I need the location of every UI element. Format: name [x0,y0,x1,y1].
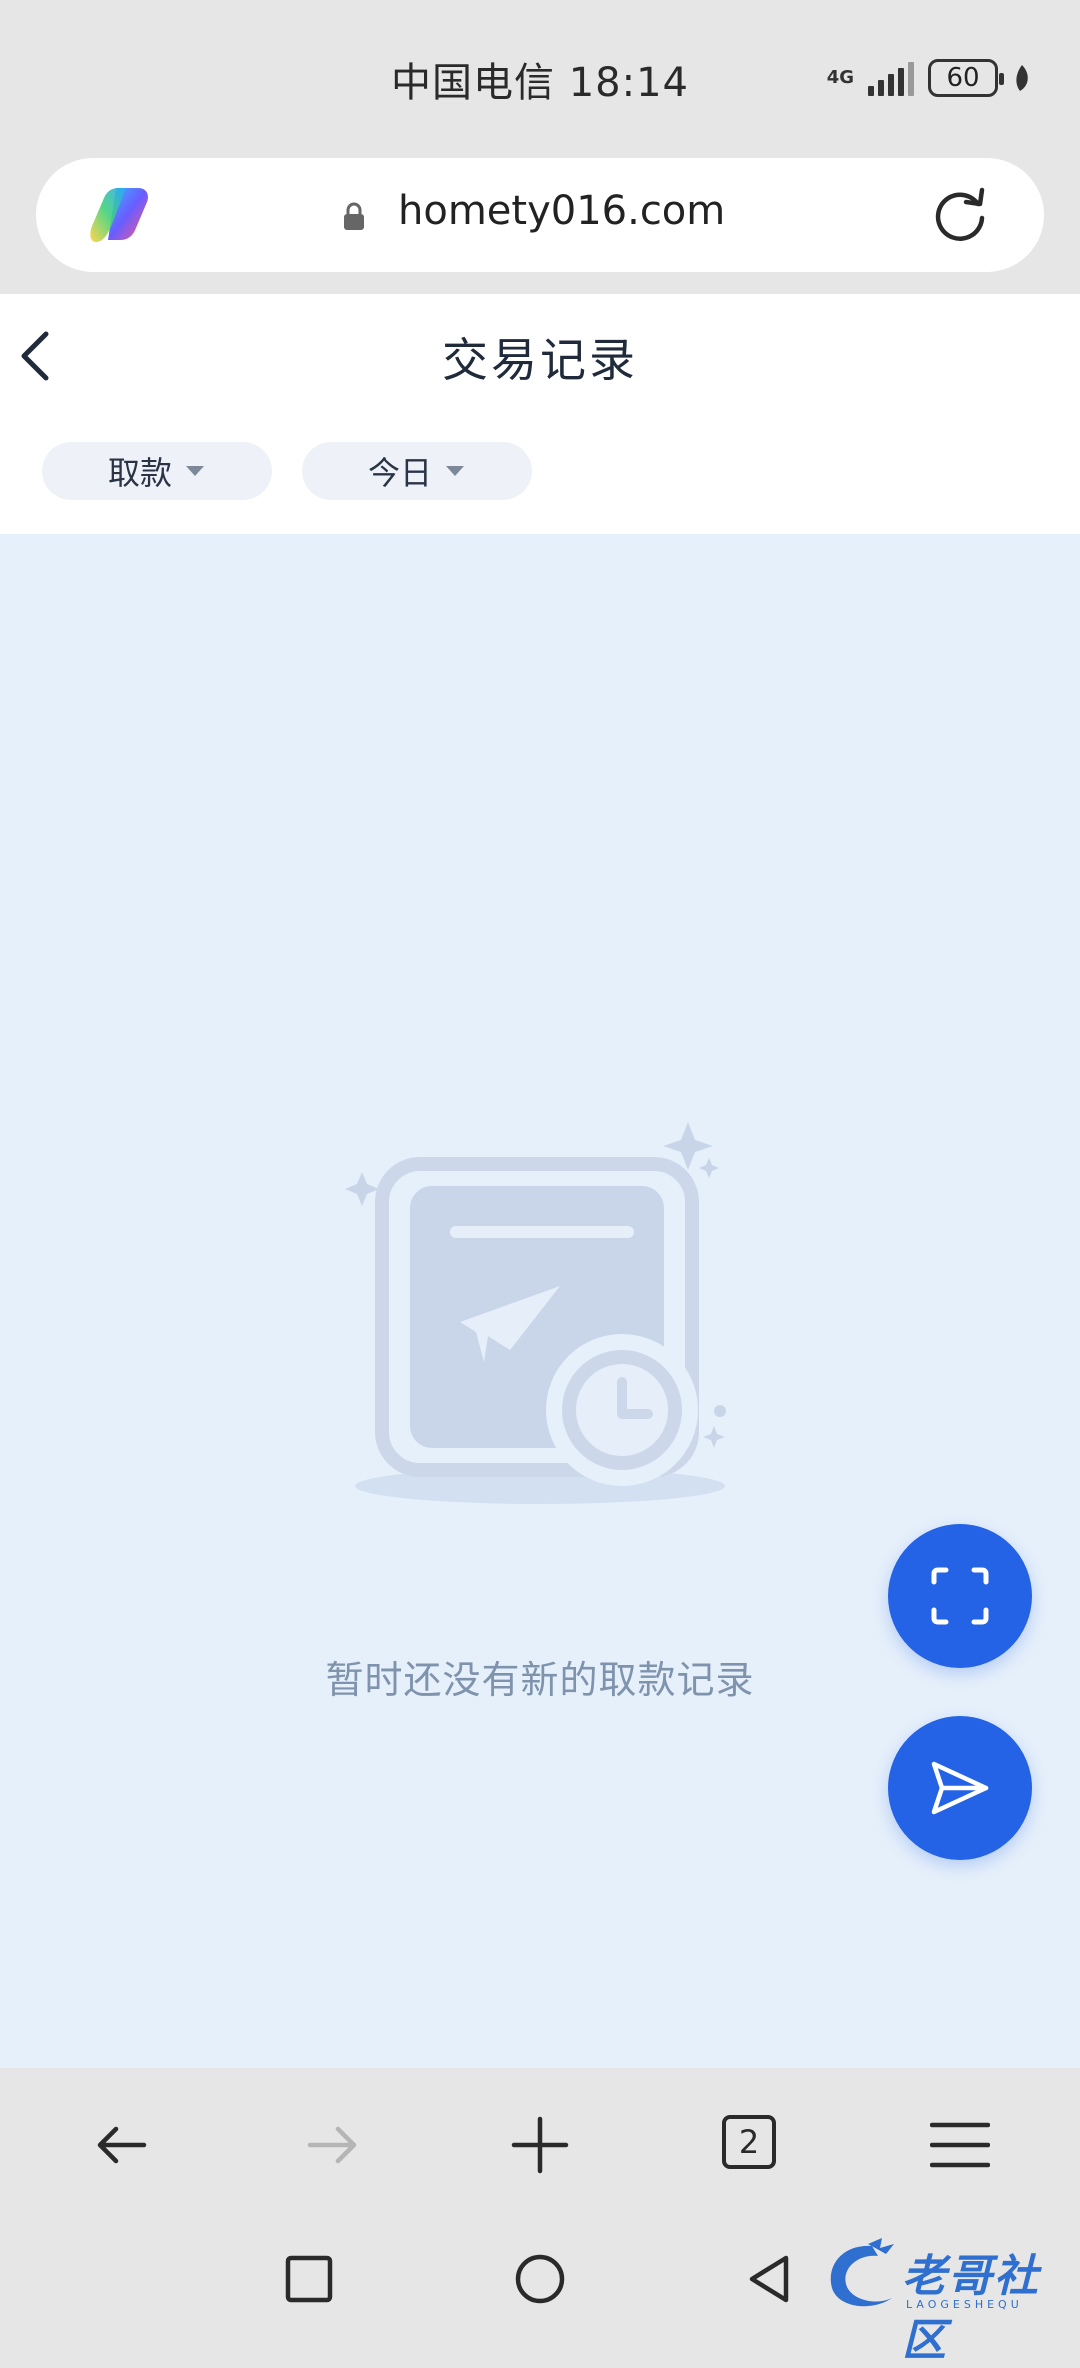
filter-date-label: 今日 [367,454,432,492]
menu-icon[interactable] [930,2115,990,2175]
plus-icon[interactable] [510,2115,570,2175]
filter-type-label: 取款 [107,454,172,492]
caret-down-icon [446,466,464,476]
filter-type[interactable]: 取款 [42,442,272,500]
tab-switcher-button[interactable]: 2 [722,2115,776,2169]
system-nav-bar: 老哥社区 LAOGESHEQU [0,2222,1080,2366]
circle-icon[interactable] [513,2252,567,2306]
signal-icon [868,60,914,96]
page-content: 交易记录 取款 今日 暂时还没有新的取款记录 [0,294,1080,2068]
address-bar[interactable]: homety016.com [36,158,1044,272]
page-header: 交易记录 取款 今日 [0,294,1080,534]
url-text[interactable]: homety016.com [398,188,725,234]
arrow-right-icon[interactable] [302,2115,362,2175]
watermark-sub: LAOGESHEQU [906,2298,1023,2311]
caret-down-icon [186,466,204,476]
square-icon[interactable] [282,2252,336,2306]
empty-records-illustration [345,1122,726,1504]
reload-icon[interactable] [930,184,990,244]
copilot-logo-icon[interactable] [86,184,156,246]
scan-fab-button[interactable] [888,1524,1032,1668]
arrow-left-icon[interactable] [92,2115,152,2175]
filter-date[interactable]: 今日 [302,442,532,500]
watermark-logo: 老哥社区 LAOGESHEQU [822,2236,1062,2366]
status-bar: 中国电信 18:14 4G 60 [0,0,1080,160]
leaf-icon [1016,65,1028,91]
battery-level: 60 [946,63,980,93]
lock-icon [344,202,364,230]
dragon-icon [830,2238,894,2307]
send-fab-button[interactable] [888,1716,1032,1860]
send-icon [931,1761,989,1815]
page-title: 交易记录 [442,333,638,387]
triangle-back-icon[interactable] [742,2252,796,2306]
empty-message: 暂时还没有新的取款记录 [325,1658,755,1702]
scan-icon [931,1567,989,1625]
status-indicators: 4G 60 [827,56,1032,100]
network-type: 4G [826,67,854,88]
browser-toolbar: 2 [0,2068,1080,2222]
battery-icon: 60 [928,59,1004,97]
